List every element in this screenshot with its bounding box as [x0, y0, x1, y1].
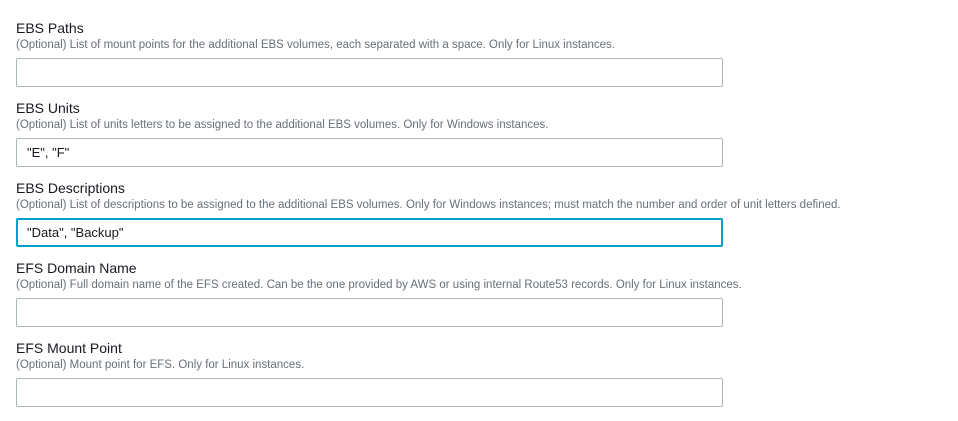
- ebs-units-label: EBS Units: [16, 100, 80, 116]
- efs-mount-point-input[interactable]: [16, 378, 723, 407]
- ebs-paths-label: EBS Paths: [16, 20, 84, 36]
- ebs-units-input[interactable]: [16, 138, 723, 167]
- ebs-descriptions-field: EBS Descriptions (Optional) List of desc…: [16, 180, 946, 247]
- efs-domain-name-description: (Optional) Full domain name of the EFS c…: [16, 279, 742, 291]
- ebs-paths-input[interactable]: [16, 58, 723, 87]
- efs-domain-name-field: EFS Domain Name (Optional) Full domain n…: [16, 260, 946, 327]
- efs-mount-point-label: EFS Mount Point: [16, 340, 122, 356]
- ebs-paths-field: EBS Paths (Optional) List of mount point…: [16, 20, 946, 87]
- ebs-descriptions-description: (Optional) List of descriptions to be as…: [16, 199, 841, 211]
- ebs-paths-description: (Optional) List of mount points for the …: [16, 39, 615, 51]
- instance-storage-form: EBS Paths (Optional) List of mount point…: [0, 0, 958, 421]
- ebs-units-description: (Optional) List of units letters to be a…: [16, 119, 549, 131]
- efs-domain-name-label: EFS Domain Name: [16, 260, 137, 276]
- ebs-descriptions-input[interactable]: [16, 218, 723, 247]
- efs-mount-point-description: (Optional) Mount point for EFS. Only for…: [16, 359, 305, 371]
- efs-domain-name-input[interactable]: [16, 298, 723, 327]
- ebs-units-field: EBS Units (Optional) List of units lette…: [16, 100, 946, 167]
- ebs-descriptions-label: EBS Descriptions: [16, 180, 125, 196]
- efs-mount-point-field: EFS Mount Point (Optional) Mount point f…: [16, 340, 946, 407]
